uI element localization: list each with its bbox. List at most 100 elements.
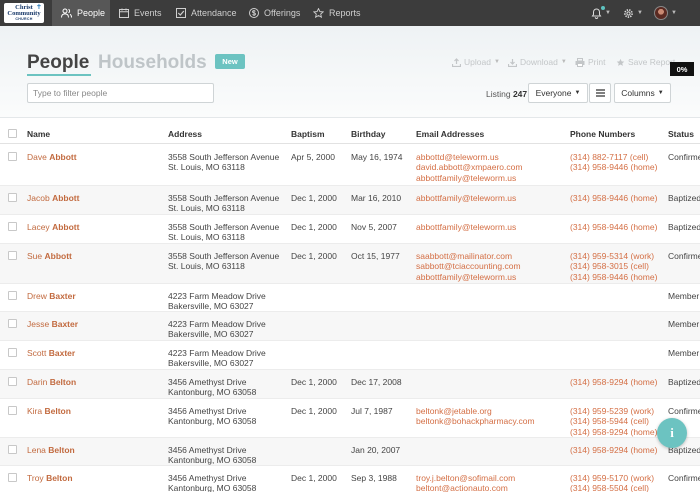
save-report-button[interactable]: Save Report [616, 57, 675, 67]
first-name: Drew [27, 291, 47, 301]
person-name-link[interactable]: Jacob Abbott [27, 193, 79, 203]
phone-number-link[interactable]: (314) 958-9446 [570, 272, 628, 282]
person-name-link[interactable]: Troy Belton [27, 473, 73, 483]
table-row[interactable]: Darin Belton 3456 Amethyst Drive Kantonbur… [0, 370, 700, 399]
column-header-status[interactable]: Status [668, 129, 694, 139]
phone-number-link[interactable]: (314) 882-7117 [570, 152, 628, 162]
email-link[interactable]: david.abbott@xmpaero.com [416, 162, 522, 172]
person-name-link[interactable]: Darin Belton [27, 377, 76, 387]
phone-number-link[interactable]: (314) 958-9446 [570, 193, 628, 203]
email-link[interactable]: beltonk@bohackpharmacy.com [416, 416, 535, 426]
person-name-link[interactable]: Lena Belton [27, 445, 75, 455]
table-row[interactable]: Lacey Abbott 3558 South Jefferson Avenue S… [0, 215, 700, 244]
column-header-baptism[interactable]: Baptism [291, 129, 325, 139]
church-logo[interactable]: Christ Community CHURCH ✝ [4, 3, 44, 23]
email-link[interactable]: beltonk@jetable.org [416, 406, 535, 416]
phone-number-link[interactable]: (314) 958-5944 [570, 416, 628, 426]
address-line2: St. Louis, MO 63118 [168, 261, 245, 272]
table-row[interactable]: Dave Abbott 3558 South Jefferson Avenue St… [0, 145, 700, 186]
person-name-link[interactable]: Sue Abbott [27, 251, 72, 261]
row-checkbox[interactable] [8, 377, 17, 386]
row-checkbox[interactable] [8, 251, 17, 260]
phone-entry: (314) 959-5170 (work) [570, 473, 654, 483]
row-checkbox[interactable] [8, 406, 17, 415]
nav-reports[interactable]: Reports [313, 0, 361, 26]
phone-type: (cell) [628, 483, 649, 492]
column-header-phone[interactable]: Phone Numbers [570, 129, 635, 139]
table-row[interactable]: Sue Abbott 3558 South Jefferson Avenue St.… [0, 244, 700, 284]
phone-number-link[interactable]: (314) 958-5504 [570, 483, 628, 492]
table-row[interactable]: Lena Belton 3456 Amethyst Drive Kantonburg… [0, 438, 700, 466]
phone-number-link[interactable]: (314) 958-3015 [570, 261, 628, 271]
phone-number-link[interactable]: (314) 958-9446 [570, 222, 628, 232]
table-row[interactable]: Kira Belton 3456 Amethyst Drive Kantonburg… [0, 399, 700, 438]
email-link[interactable]: troy.j.belton@sofimail.com [416, 473, 515, 483]
baptism-date: Apr 5, 2000 [291, 152, 335, 162]
table-row[interactable]: Jesse Baxter 4223 Farm Meadow Drive Bakers… [0, 312, 700, 341]
person-name-link[interactable]: Lacey Abbott [27, 222, 79, 232]
birthday-date: Oct 15, 1977 [351, 251, 400, 261]
person-name-link[interactable]: Scott Baxter [27, 348, 75, 358]
phone-number-link[interactable]: (314) 958-9294 [570, 445, 628, 455]
phone-number-link[interactable]: (314) 959-5239 [570, 406, 628, 416]
table-row[interactable]: Scott Baxter 4223 Farm Meadow Drive Bakers… [0, 341, 700, 370]
email-link[interactable]: abbottfamily@teleworm.us [416, 272, 521, 282]
status-value: Baptized [668, 377, 700, 387]
user-menu[interactable]: ▼ [654, 0, 677, 26]
row-checkbox[interactable] [8, 193, 17, 202]
phone-number-link[interactable]: (314) 958-9446 [570, 162, 628, 172]
list-view-button[interactable] [589, 83, 611, 103]
phone-number-link[interactable]: (314) 959-5170 [570, 473, 628, 483]
notifications-menu[interactable]: ▼ [591, 0, 611, 26]
table-row[interactable]: Troy Belton 3456 Amethyst Drive Kantonburg… [0, 466, 700, 492]
person-name-link[interactable]: Drew Baxter [27, 291, 76, 301]
column-header-address[interactable]: Address [168, 129, 202, 139]
email-link[interactable]: abbottfamily@teleworm.us [416, 173, 522, 183]
nav-events[interactable]: Events [119, 0, 162, 26]
table-row[interactable]: Jacob Abbott 3558 South Jefferson Avenue S… [0, 186, 700, 215]
email-link[interactable]: abbottfamily@teleworm.us [416, 222, 516, 232]
tab-people[interactable]: People [27, 52, 89, 74]
nav-attendance[interactable]: Attendance [176, 0, 237, 26]
phone-number-link[interactable]: (314) 959-5314 [570, 251, 628, 261]
phone-type: (work) [628, 473, 655, 483]
row-checkbox[interactable] [8, 348, 17, 357]
filter-people-input[interactable] [27, 83, 214, 103]
person-name-link[interactable]: Dave Abbott [27, 152, 77, 162]
person-name-link[interactable]: Kira Belton [27, 406, 71, 416]
phone-number-link[interactable]: (314) 958-9294 [570, 377, 628, 387]
email-link[interactable]: beltont@actionauto.com [416, 483, 515, 492]
nav-offerings[interactable]: Offerings [249, 0, 300, 26]
column-header-email[interactable]: Email Addresses [416, 129, 484, 139]
baptism-date: Dec 1, 2000 [291, 193, 337, 203]
person-name-link[interactable]: Jesse Baxter [27, 319, 78, 329]
row-checkbox[interactable] [8, 222, 17, 231]
download-button[interactable]: Download ▼ [508, 57, 567, 67]
row-checkbox[interactable] [8, 152, 17, 161]
address-line2: Kantonburg, MO 63058 [168, 416, 257, 427]
column-header-name[interactable]: Name [27, 129, 50, 139]
row-checkbox[interactable] [8, 291, 17, 300]
avatar[interactable] [654, 6, 668, 20]
everyone-dropdown[interactable]: Everyone ▼ [528, 83, 588, 103]
everyone-label: Everyone [535, 88, 572, 98]
column-header-birthday[interactable]: Birthday [351, 129, 385, 139]
phone-number-link[interactable]: (314) 958-9294 [570, 427, 628, 437]
print-button[interactable]: Print [575, 57, 605, 67]
columns-dropdown[interactable]: Columns ▼ [614, 83, 671, 103]
row-checkbox[interactable] [8, 319, 17, 328]
table-row[interactable]: Drew Baxter 4223 Farm Meadow Drive Bakersv… [0, 284, 700, 312]
info-button[interactable]: i [657, 418, 687, 448]
select-all-checkbox[interactable] [8, 129, 17, 138]
row-checkbox[interactable] [8, 473, 17, 482]
email-link[interactable]: saabbott@mailinator.com [416, 251, 521, 261]
email-link[interactable]: sabbott@tciaccounting.com [416, 261, 521, 271]
row-checkbox[interactable] [8, 445, 17, 454]
email-link[interactable]: abbottd@teleworm.us [416, 152, 522, 162]
new-person-button[interactable]: New [215, 54, 245, 69]
email-link[interactable]: abbottfamily@teleworm.us [416, 193, 516, 203]
nav-people[interactable]: People [52, 0, 110, 26]
upload-button[interactable]: Upload ▼ [452, 57, 500, 67]
tab-households[interactable]: Households [98, 52, 207, 74]
settings-menu[interactable]: ▼ [623, 0, 643, 26]
